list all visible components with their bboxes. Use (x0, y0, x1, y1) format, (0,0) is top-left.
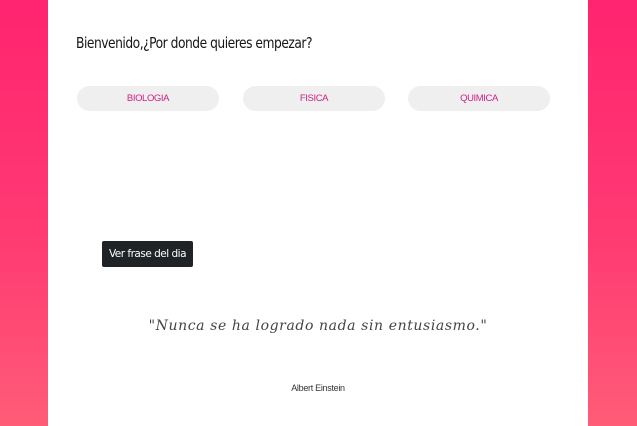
quote-author: Albert Einstein (291, 383, 345, 393)
subject-button-quimica[interactable]: QUIMICA (408, 86, 550, 111)
app-background: { "header": { "welcome": "Bienvenido,¿Po… (0, 0, 637, 426)
main-card: Bienvenido,¿Por donde quieres empezar? B… (48, 0, 588, 426)
welcome-heading: Bienvenido,¿Por donde quieres empezar? (76, 34, 313, 52)
subject-button-biologia[interactable]: BIOLOGIA (77, 86, 219, 111)
subject-button-fisica[interactable]: FISICA (243, 86, 385, 111)
daily-quote-button[interactable]: Ver frase del dia (102, 241, 193, 267)
quote-text: "Nunca se ha logrado nada sin entusiasmo… (148, 318, 488, 334)
